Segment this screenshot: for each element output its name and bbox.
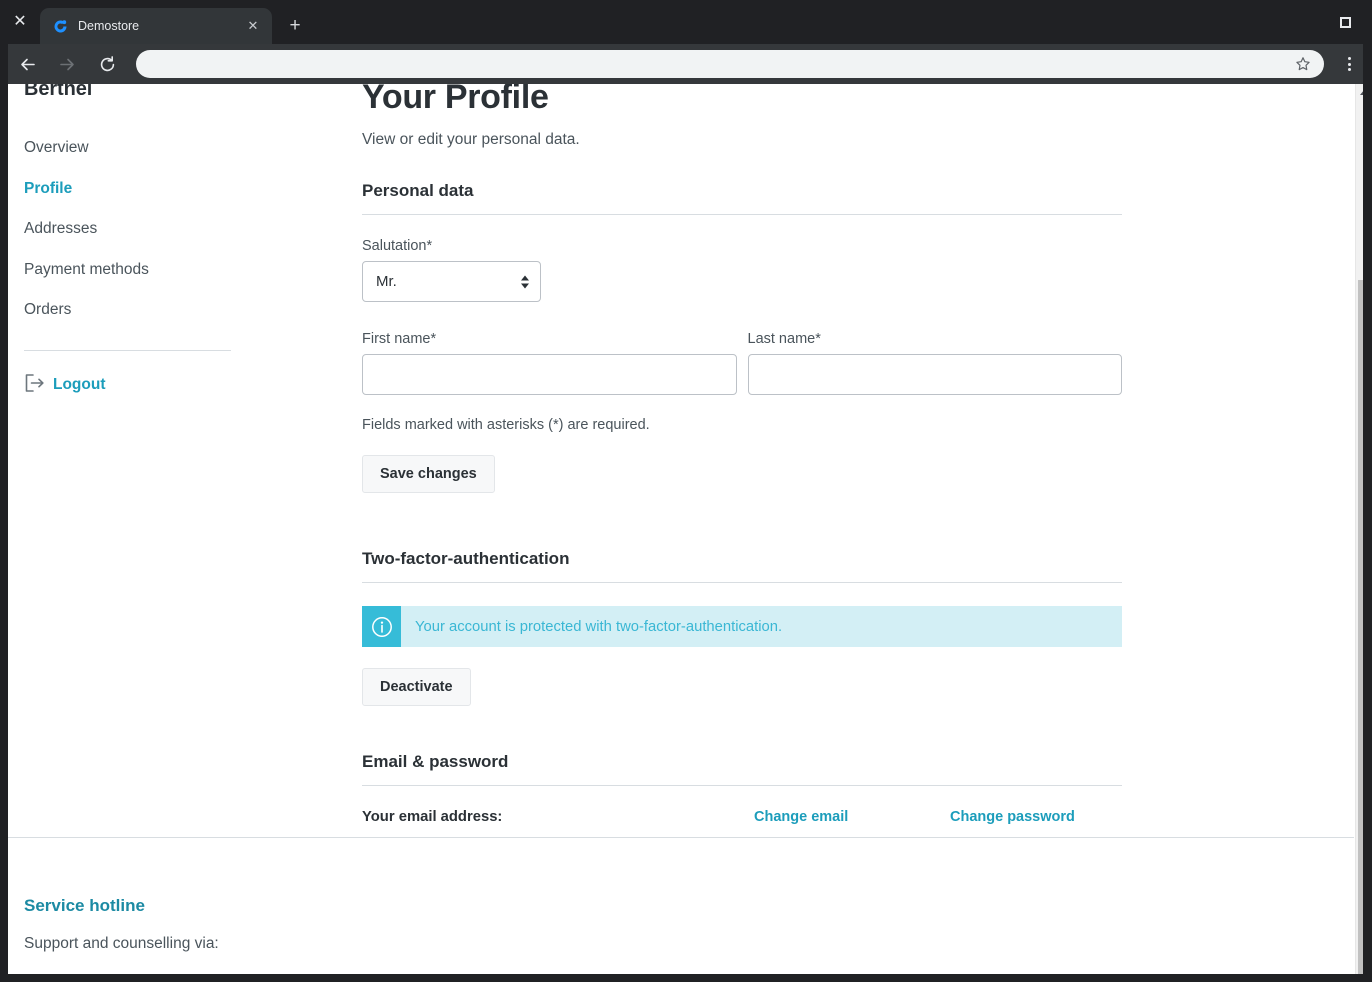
page-footer: Service hotline Support and counselling … xyxy=(0,838,1354,982)
demostore-favicon xyxy=(52,18,69,35)
change-email-link[interactable]: Change email xyxy=(754,809,950,825)
deactivate-two-factor-button[interactable]: Deactivate xyxy=(362,668,471,707)
sidebar-item-profile[interactable]: Profile xyxy=(24,169,362,210)
logout-button[interactable]: Logout xyxy=(24,370,362,401)
first-name-group: First name* xyxy=(362,331,737,396)
change-password-link[interactable]: Change password xyxy=(950,809,1146,825)
page-viewport: Berthel Overview Profile Addresses Payme… xyxy=(0,84,1372,982)
sidebar-divider xyxy=(24,349,231,351)
logout-icon xyxy=(24,373,46,398)
maximize-icon[interactable] xyxy=(1330,7,1360,37)
section-spacer-2 xyxy=(362,706,1122,752)
bookmark-star-icon[interactable] xyxy=(1292,53,1314,75)
first-name-input[interactable] xyxy=(362,354,737,396)
section-rule-email-password xyxy=(362,785,1122,787)
address-bar[interactable] xyxy=(136,50,1324,78)
section-spacer-1 xyxy=(362,493,1122,549)
section-rule-personal-data xyxy=(362,214,1122,216)
sidebar-item-payment-methods[interactable]: Payment methods xyxy=(24,250,362,291)
section-rule-two-factor xyxy=(362,582,1122,584)
reload-icon[interactable] xyxy=(92,49,122,79)
account-name: Berthel xyxy=(24,84,93,100)
main-content: Your Profile View or edit your personal … xyxy=(362,84,1122,837)
info-icon xyxy=(362,606,401,648)
sidebar-item-addresses[interactable]: Addresses xyxy=(24,209,362,250)
logout-label: Logout xyxy=(53,376,106,394)
name-fields-row: First name* Last name* xyxy=(362,331,1122,396)
email-address-label: Your email address: xyxy=(362,809,503,826)
service-hotline-subtitle: Support and counselling via: xyxy=(24,935,219,953)
section-title-two-factor: Two-factor-authentication xyxy=(362,549,570,569)
account-sidebar: Berthel Overview Profile Addresses Payme… xyxy=(24,84,362,837)
first-name-label: First name* xyxy=(362,331,437,348)
browser-tab-demostore[interactable]: Demostore ✕ xyxy=(40,8,272,44)
tab-close-icon[interactable]: ✕ xyxy=(244,17,262,35)
web-page: Berthel Overview Profile Addresses Payme… xyxy=(0,84,1355,982)
two-factor-alert-message: Your account is protected with two-facto… xyxy=(415,618,783,635)
back-icon[interactable] xyxy=(12,49,42,79)
last-name-label: Last name* xyxy=(747,331,821,348)
section-title-personal-data: Personal data xyxy=(362,181,474,201)
forward-icon[interactable] xyxy=(52,49,82,79)
last-name-group: Last name* xyxy=(747,331,1122,396)
two-factor-status-alert: Your account is protected with two-facto… xyxy=(362,606,1122,648)
content-area: Berthel Overview Profile Addresses Payme… xyxy=(0,84,1354,837)
browser-toolbar xyxy=(0,44,1372,84)
section-title-email-password: Email & password xyxy=(362,752,509,772)
window-edge-bottom xyxy=(0,974,1372,982)
browser-menu-icon[interactable] xyxy=(1334,49,1364,79)
sidebar-item-overview[interactable]: Overview xyxy=(24,128,362,169)
window-edge-right xyxy=(1363,0,1372,982)
required-fields-hint: Fields marked with asterisks (*) are req… xyxy=(362,417,650,434)
tab-strip: ✕ Demostore ✕ + xyxy=(0,0,1372,44)
page-subtitle: View or edit your personal data. xyxy=(362,131,580,149)
browser-window: ✕ Demostore ✕ + Berthel Overview Profile… xyxy=(0,0,1372,982)
sidebar-item-orders[interactable]: Orders xyxy=(24,290,362,331)
page-title: Your Profile xyxy=(362,84,549,116)
new-tab-button[interactable]: + xyxy=(280,11,310,41)
save-changes-button[interactable]: Save changes xyxy=(362,455,495,494)
service-hotline-title: Service hotline xyxy=(24,896,145,916)
salutation-select[interactable]: Mr. xyxy=(362,261,541,303)
tab-title: Demostore xyxy=(78,19,140,33)
email-password-row: Your email address: Change email Change … xyxy=(362,809,1122,837)
window-edge-left xyxy=(0,0,8,982)
salutation-select-wrapper: Mr. xyxy=(362,261,541,303)
last-name-input[interactable] xyxy=(747,354,1122,396)
salutation-label: Salutation* xyxy=(362,238,433,255)
